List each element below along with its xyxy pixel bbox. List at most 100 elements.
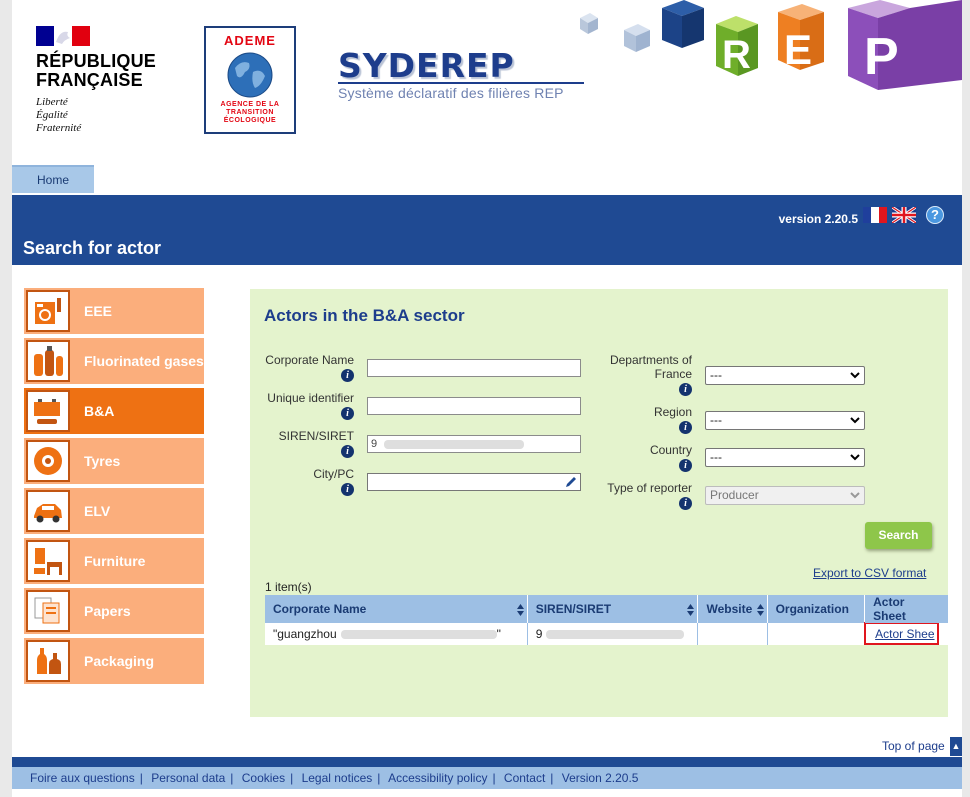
chevron-down-icon (850, 492, 860, 499)
cube-letter-e: E (784, 26, 812, 73)
pencil-icon[interactable] (564, 475, 578, 489)
unique-identifier-label: Unique identifier i (267, 391, 354, 420)
info-icon[interactable]: i (341, 445, 354, 458)
sidebar-item-eee[interactable]: EEE (24, 288, 204, 334)
cell-corporate-name: "guangzhou " (265, 623, 528, 645)
sort-icon[interactable] (756, 604, 764, 616)
ademe-logo[interactable]: ADEME AGENCE DE LA TRANSITION ÉCOLOGIQUE (204, 26, 296, 134)
info-icon[interactable]: i (679, 459, 692, 472)
app-title: SYDEREP (338, 46, 515, 85)
cell-siren-siret: 9 (527, 623, 699, 645)
papers-icon (26, 590, 70, 632)
syderep-logo[interactable]: SYDEREP Système déclaratif des filières … (338, 46, 584, 101)
redacted-value (384, 439, 525, 449)
sidebar-item-elv[interactable]: ELV (24, 488, 204, 534)
info-icon[interactable]: i (679, 497, 692, 510)
republique-title: RÉPUBLIQUE FRANÇAISE (36, 51, 157, 90)
country-selected: --- (710, 450, 722, 464)
info-icon[interactable]: i (679, 421, 692, 434)
cell-actor-sheet: Actor Shee (864, 622, 948, 645)
corporate-name-label: Corporate Name i (265, 353, 354, 382)
country-select[interactable]: --- (705, 448, 865, 467)
unique-identifier-input[interactable] (367, 397, 581, 415)
sidebar-item-label: B&A (84, 402, 115, 419)
sidebar-item-tyres[interactable]: Tyres (24, 438, 204, 484)
corporate-name-input[interactable] (367, 359, 581, 377)
nav-home-tab[interactable]: Home (12, 165, 94, 193)
cube-letter-p: P (864, 28, 899, 86)
chevron-down-icon (850, 454, 860, 461)
republique-francaise-logo[interactable]: RÉPUBLIQUE FRANÇAISE Liberté Égalité Fra… (36, 26, 176, 135)
column-header-corporate-name[interactable]: Corporate Name (265, 595, 528, 623)
footer-version: Version 2.20.5 (561, 771, 639, 785)
siren-input-value: 9 (371, 438, 378, 450)
siren-siret-label: SIREN/SIRET i (278, 429, 354, 458)
sidebar-item-label: Papers (84, 602, 131, 619)
cell-organization (767, 623, 866, 645)
result-count: 1 item(s) (265, 580, 312, 594)
cell-website (697, 623, 768, 645)
rep-cubes-graphic: R E P (580, 0, 962, 90)
top-of-page-link[interactable]: Top of page (882, 739, 945, 753)
footer-link-cookies[interactable]: Cookies (242, 771, 285, 785)
batteries-icon (26, 390, 70, 432)
column-header-siren-siret[interactable]: SIREN/SIRET (527, 595, 699, 623)
country-label: Country i (649, 443, 692, 472)
departments-label: Departments of France i (609, 353, 692, 396)
results-table: Corporate Name SIREN/SIRET Website Organ… (265, 595, 948, 645)
bottles-icon (26, 640, 70, 682)
footer-links: Foire aux questions | Personal data | Cook… (12, 767, 962, 789)
column-header-organization: Organization (767, 595, 866, 623)
siren-siret-input[interactable]: 9 (367, 435, 581, 453)
version-label: version 2.20.5 (778, 212, 858, 226)
footer-link-accessibility[interactable]: Accessibility policy (388, 771, 487, 785)
footer-link-faq[interactable]: Foire aux questions (30, 771, 135, 785)
furniture-icon (26, 540, 70, 582)
actor-sheet-link[interactable]: Actor Shee (864, 622, 939, 645)
city-pc-input[interactable] (367, 473, 581, 491)
info-icon[interactable]: i (341, 483, 354, 496)
sidebar-item-packaging[interactable]: Packaging (24, 638, 204, 684)
footer-link-contact[interactable]: Contact (504, 771, 545, 785)
footer-link-legal-notices[interactable]: Legal notices (302, 771, 373, 785)
sidebar-item-label: Furniture (84, 552, 146, 569)
reporter-selected: Producer (710, 488, 759, 502)
sidebar-item-papers[interactable]: Papers (24, 588, 204, 634)
info-icon[interactable]: i (341, 407, 354, 420)
sidebar-item-label: ELV (84, 502, 111, 519)
republic-motto: Liberté Égalité Fraternité (36, 96, 82, 134)
sidebar-item-furniture[interactable]: Furniture (24, 538, 204, 584)
column-header-website[interactable]: Website (697, 595, 768, 623)
cube-letter-r: R (722, 33, 751, 77)
gas-cylinders-icon (26, 340, 70, 382)
arrow-up-icon[interactable]: ▲ (950, 737, 962, 756)
panel-title: Actors in the B&A sector (264, 306, 465, 325)
search-panel: Actors in the B&A sector Corporate Name … (250, 289, 948, 717)
french-flag-icon[interactable] (863, 207, 887, 223)
tyre-icon (26, 440, 70, 482)
sidebar-item-fluorinated-gases[interactable]: Fluorinated gases (24, 338, 204, 384)
sort-icon[interactable] (516, 604, 524, 616)
table-row: "guangzhou " 9 Actor Shee (265, 622, 948, 645)
sidebar-item-label: Packaging (84, 652, 155, 669)
footer-link-personal-data[interactable]: Personal data (151, 771, 225, 785)
footer-band (12, 757, 962, 767)
sidebar-item-label: EEE (84, 302, 113, 319)
type-of-reporter-select: Producer (705, 486, 865, 505)
sidebar-item-ba[interactable]: B&A (24, 388, 204, 434)
region-select[interactable]: --- (705, 411, 865, 430)
ademe-name: ADEME (224, 33, 276, 48)
help-icon[interactable]: ? (926, 206, 944, 224)
export-csv-link[interactable]: Export to CSV format (813, 566, 926, 580)
departments-select[interactable]: --- (705, 366, 865, 385)
departments-selected: --- (710, 368, 722, 382)
uk-flag-icon[interactable] (892, 207, 916, 223)
info-icon[interactable]: i (341, 369, 354, 382)
column-header-actor-sheet: Actor Sheet (864, 595, 948, 623)
sidebar-item-label: Tyres (84, 452, 121, 469)
search-button[interactable]: Search (865, 522, 932, 549)
sort-icon[interactable] (687, 604, 695, 616)
redacted-value (340, 630, 497, 640)
type-of-reporter-label: Type of reporter i (607, 481, 692, 510)
info-icon[interactable]: i (679, 383, 692, 396)
